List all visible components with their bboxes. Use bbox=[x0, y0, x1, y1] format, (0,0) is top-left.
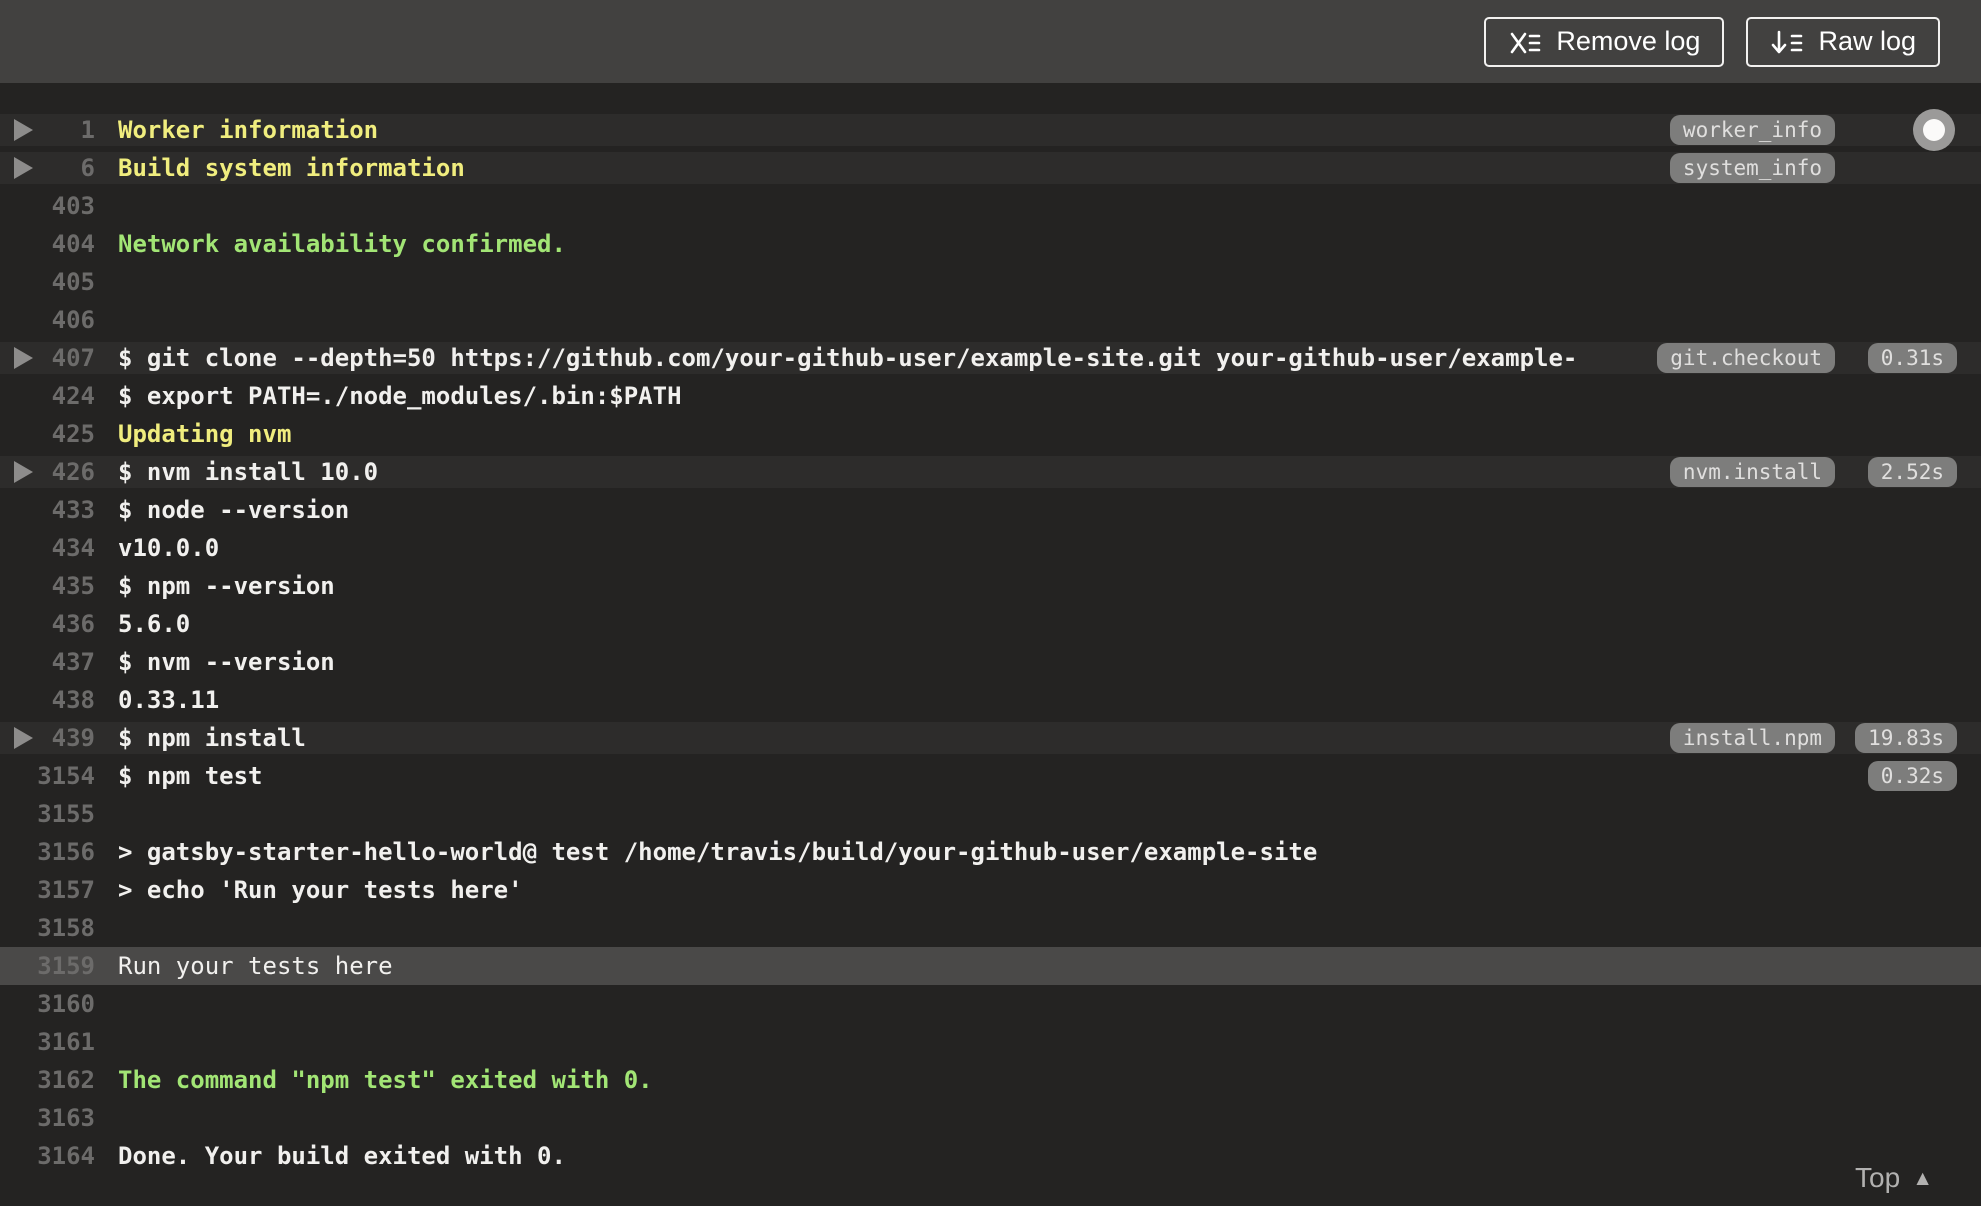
duration-badge: 0.31s bbox=[1867, 343, 1957, 373]
fold-tag-badge: install.npm bbox=[1669, 723, 1835, 753]
raw-log-icon bbox=[1770, 27, 1804, 57]
line-number[interactable]: 404 bbox=[0, 230, 95, 258]
line-number[interactable]: 3161 bbox=[0, 1028, 95, 1056]
line-number[interactable]: 425 bbox=[0, 420, 95, 448]
line-number[interactable]: 405 bbox=[0, 268, 95, 296]
line-number[interactable]: 3162 bbox=[0, 1066, 95, 1094]
scroll-to-top-link[interactable]: Top ▲ bbox=[1855, 1162, 1933, 1194]
line-number[interactable]: 3157 bbox=[0, 876, 95, 904]
log-line-403: 403 bbox=[0, 187, 1981, 225]
log-text: Network availability confirmed. bbox=[118, 230, 566, 258]
line-number[interactable]: 3155 bbox=[0, 800, 95, 828]
log-line-3154: 3154 $ npm test 0.32s bbox=[0, 757, 1981, 795]
fold-tag-badge: worker_info bbox=[1669, 115, 1835, 145]
fold-tag-badge: git.checkout bbox=[1657, 343, 1835, 373]
log-text: 5.6.0 bbox=[118, 610, 191, 638]
log-line-407: 407 $ git clone --depth=50 https://github… bbox=[0, 339, 1981, 377]
fold-toggle-icon[interactable] bbox=[14, 461, 33, 483]
log-text: $ node --version bbox=[118, 496, 350, 524]
line-number[interactable]: 435 bbox=[0, 572, 95, 600]
log-text: Done. Your build exited with 0. bbox=[118, 1142, 566, 1170]
log-text: > gatsby-starter-hello-world@ test /home… bbox=[118, 838, 1318, 866]
log-line-406: 406 bbox=[0, 301, 1981, 339]
log-line-439: 439 $ npm install install.npm 19.83s bbox=[0, 719, 1981, 757]
chevron-up-icon: ▲ bbox=[1912, 1166, 1933, 1190]
log-line-3156: 3156 > gatsby-starter-hello-world@ test /… bbox=[0, 833, 1981, 871]
fold-tag-badge: system_info bbox=[1669, 153, 1835, 183]
log-text: 0.33.11 bbox=[118, 686, 220, 714]
log-line-438: 438 0.33.11 bbox=[0, 681, 1981, 719]
line-number[interactable]: 3159 bbox=[0, 952, 95, 980]
log-text: The command "npm test" exited with 0. bbox=[118, 1066, 653, 1094]
fold-toggle-icon[interactable] bbox=[14, 157, 33, 179]
top-link-label: Top bbox=[1855, 1162, 1901, 1193]
log-text: $ export PATH=./node_modules/.bin:$PATH bbox=[118, 382, 682, 410]
log-line-405: 405 bbox=[0, 263, 1981, 301]
duration-badge: 2.52s bbox=[1867, 457, 1957, 487]
log-line-3158: 3158 bbox=[0, 909, 1981, 947]
log-line-424: 424 $ export PATH=./node_modules/.bin:$PA… bbox=[0, 377, 1981, 415]
log-line-436: 436 5.6.0 bbox=[0, 605, 1981, 643]
log-line-435: 435 $ npm --version bbox=[0, 567, 1981, 605]
fold-tag-badge: nvm.install bbox=[1669, 457, 1835, 487]
log-text: > echo 'Run your tests here' bbox=[118, 876, 523, 904]
log-line-3162: 3162 The command "npm test" exited with 0… bbox=[0, 1061, 1981, 1099]
build-log-screen: Remove log Raw log 1 Worker information wo… bbox=[0, 0, 1981, 1206]
log-line-426: 426 $ nvm install 10.0 nvm.install 2.52s bbox=[0, 453, 1981, 491]
fold-toggle-icon[interactable] bbox=[14, 727, 33, 749]
log-text: $ npm --version bbox=[118, 572, 335, 600]
duration-badge: 0.32s bbox=[1867, 761, 1957, 791]
line-number[interactable]: 437 bbox=[0, 648, 95, 676]
line-number[interactable]: 3158 bbox=[0, 914, 95, 942]
line-number[interactable]: 433 bbox=[0, 496, 95, 524]
log-toolbar: Remove log Raw log bbox=[0, 0, 1981, 83]
log-text: Run your tests here bbox=[118, 952, 393, 980]
line-number[interactable]: 424 bbox=[0, 382, 95, 410]
line-number[interactable]: 3164 bbox=[0, 1142, 95, 1170]
log-line-3155: 3155 bbox=[0, 795, 1981, 833]
log-line-3160: 3160 bbox=[0, 985, 1981, 1023]
remove-log-icon bbox=[1508, 27, 1542, 57]
line-number[interactable]: 3156 bbox=[0, 838, 95, 866]
log-line-3161: 3161 bbox=[0, 1023, 1981, 1061]
line-number[interactable]: 434 bbox=[0, 534, 95, 562]
log-line-3159: 3159 Run your tests here bbox=[0, 947, 1981, 985]
log-line-434: 434 v10.0.0 bbox=[0, 529, 1981, 567]
log-pane: 1 Worker information worker_info 6 Build sys… bbox=[0, 83, 1981, 1175]
log-line-404: 404 Network availability confirmed. bbox=[0, 225, 1981, 263]
line-number[interactable]: 3163 bbox=[0, 1104, 95, 1132]
raw-log-label: Raw log bbox=[1818, 26, 1916, 56]
log-text: v10.0.0 bbox=[118, 534, 220, 562]
line-number[interactable]: 3154 bbox=[0, 762, 95, 790]
log-line-3164: 3164 Done. Your build exited with 0. bbox=[0, 1137, 1981, 1175]
remove-log-button[interactable]: Remove log bbox=[1484, 16, 1725, 67]
line-number[interactable]: 438 bbox=[0, 686, 95, 714]
log-line-425: 425 Updating nvm bbox=[0, 415, 1981, 453]
log-line-1: 1 Worker information worker_info bbox=[0, 111, 1981, 149]
line-number[interactable]: 3160 bbox=[0, 990, 95, 1018]
line-number[interactable]: 436 bbox=[0, 610, 95, 638]
scrollbar-thumb[interactable] bbox=[1913, 109, 1955, 151]
raw-log-button[interactable]: Raw log bbox=[1746, 16, 1940, 67]
log-text: $ nvm --version bbox=[118, 648, 335, 676]
line-number[interactable]: 403 bbox=[0, 192, 95, 220]
log-line-433: 433 $ node --version bbox=[0, 491, 1981, 529]
duration-badge: 19.83s bbox=[1855, 723, 1957, 753]
log-text: $ npm test bbox=[118, 762, 263, 790]
log-text: Updating nvm bbox=[118, 420, 292, 448]
log-line-3163: 3163 bbox=[0, 1099, 1981, 1137]
fold-toggle-icon[interactable] bbox=[14, 119, 33, 141]
log-line-437: 437 $ nvm --version bbox=[0, 643, 1981, 681]
remove-log-label: Remove log bbox=[1556, 26, 1701, 56]
log-line-3157: 3157 > echo 'Run your tests here' bbox=[0, 871, 1981, 909]
log-line-6: 6 Build system information system_info bbox=[0, 149, 1981, 187]
fold-toggle-icon[interactable] bbox=[14, 347, 33, 369]
line-number[interactable]: 406 bbox=[0, 306, 95, 334]
